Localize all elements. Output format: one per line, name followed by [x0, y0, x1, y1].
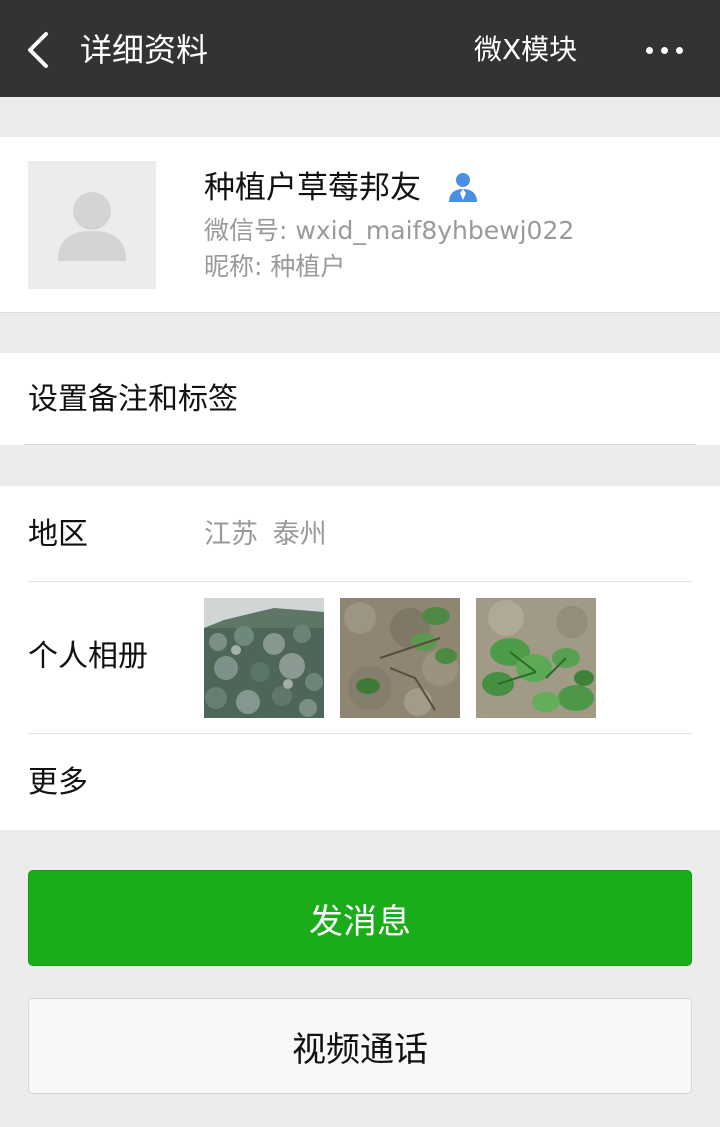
person-contact-icon: [449, 173, 477, 202]
profile-card: 种植户草莓邦友 微信号: wxid_maif8yhbewj022 昵称: 种植户: [0, 137, 720, 313]
more-dots-icon: [645, 46, 653, 54]
more-dots-icon: [660, 46, 668, 54]
chevron-left-icon: [28, 32, 48, 68]
default-avatar-icon: [58, 192, 126, 261]
more-info-row[interactable]: 更多: [0, 734, 720, 830]
wechat-id: 微信号: wxid_maif8yhbewj022: [204, 216, 575, 245]
video-call-button[interactable]: 视频通话: [28, 998, 692, 1094]
back-button[interactable]: [22, 30, 58, 70]
divider: [24, 444, 696, 445]
send-message-button[interactable]: 发消息: [28, 870, 692, 966]
details-section: 地区 江苏 泰州 个人相册 更多: [0, 486, 720, 830]
set-remark-and-tags-row[interactable]: 设置备注和标签: [0, 353, 720, 445]
album-label: 个人相册: [28, 639, 148, 674]
region-label: 地区: [28, 517, 88, 552]
more-options-button[interactable]: [636, 30, 692, 70]
album-thumbnail[interactable]: [476, 598, 596, 718]
region-value: 江苏 泰州: [204, 519, 327, 550]
page-title: 详细资料: [80, 31, 209, 69]
contact-name: 种植户草莓邦友: [204, 170, 421, 206]
top-navigation-bar: 详细资料 微X模块: [0, 0, 720, 97]
nickname: 昵称: 种植户: [204, 252, 346, 281]
avatar[interactable]: [28, 161, 156, 289]
remark-label: 设置备注和标签: [28, 382, 238, 417]
more-label: 更多: [28, 765, 88, 800]
album-thumbnail[interactable]: [340, 598, 460, 718]
more-dots-icon: [675, 46, 683, 54]
plugin-module-button[interactable]: 微X模块: [474, 30, 577, 70]
personal-album-row[interactable]: 个人相册: [0, 582, 720, 734]
album-thumbnail[interactable]: [204, 598, 324, 718]
